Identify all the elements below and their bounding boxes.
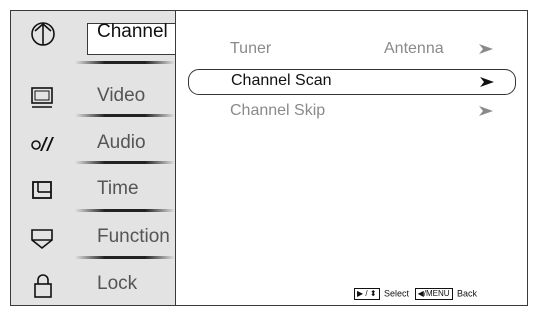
menu-row-tuner[interactable]: Tuner Antenna bbox=[188, 37, 516, 63]
sidebar-item-lock[interactable]: Lock bbox=[11, 263, 175, 309]
arrow-right-icon bbox=[479, 44, 493, 54]
separator bbox=[75, 61, 175, 64]
sidebar-item-label: Function bbox=[97, 226, 170, 247]
sidebar-item-label: Lock bbox=[97, 273, 138, 294]
menu-row-channel-scan[interactable]: Channel Scan bbox=[188, 69, 516, 95]
menu-row-label: Channel Skip bbox=[230, 102, 326, 119]
function-icon bbox=[31, 229, 53, 250]
antenna-icon bbox=[31, 22, 55, 46]
arrow-right-icon bbox=[479, 106, 493, 116]
menu-row-channel-skip[interactable]: Channel Skip bbox=[188, 99, 516, 125]
menu-row-label: Channel Scan bbox=[231, 72, 332, 89]
separator bbox=[75, 209, 175, 212]
sidebar-item-label: Time bbox=[97, 178, 139, 199]
separator bbox=[75, 161, 175, 164]
menu-row-value: Antenna bbox=[384, 40, 444, 57]
osd-menu-frame: Channel Video Audio Time Function Lock T… bbox=[10, 10, 528, 306]
clock-icon bbox=[32, 181, 52, 199]
select-hint-label: Select bbox=[384, 288, 410, 299]
key-hint-bar: ▶ / ⬍ Select ◀/MENU Back bbox=[354, 288, 477, 300]
separator bbox=[75, 114, 175, 117]
sidebar: Channel Video Audio Time Function Lock bbox=[11, 11, 179, 305]
arrow-right-icon bbox=[480, 77, 494, 87]
sidebar-item-label: Channel bbox=[97, 21, 168, 42]
back-hint-label: Back bbox=[457, 288, 478, 299]
monitor-icon bbox=[31, 87, 53, 108]
menu-row-label: Tuner bbox=[230, 40, 272, 57]
lock-icon bbox=[34, 274, 52, 298]
sidebar-item-channel[interactable]: Channel bbox=[11, 11, 175, 57]
sidebar-item-label: Audio bbox=[97, 132, 146, 153]
channel-submenu: Tuner Antenna Channel Scan Channel Skip … bbox=[175, 11, 527, 305]
separator bbox=[75, 256, 175, 259]
sidebar-item-time[interactable]: Time bbox=[11, 168, 175, 214]
sidebar-item-label: Video bbox=[97, 85, 146, 106]
audio-icon bbox=[31, 137, 54, 151]
menu-back-key-icon: ◀/MENU bbox=[414, 288, 453, 300]
select-key-icon: ▶ / ⬍ bbox=[354, 288, 380, 300]
